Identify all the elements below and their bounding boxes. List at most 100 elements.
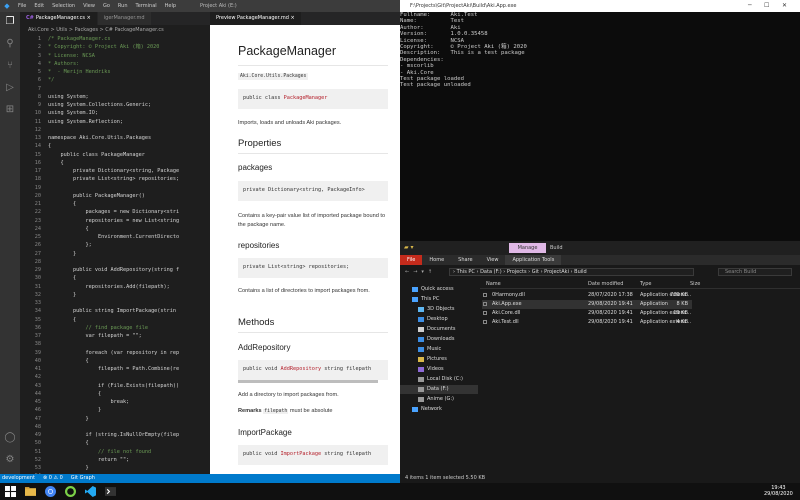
nav-item-this-pc[interactable]: This PC <box>400 295 439 304</box>
menu-go[interactable]: Go <box>99 3 114 9</box>
line-number: 24 <box>34 225 41 232</box>
tab-packagemanager-cs[interactable]: C# PackageManager.cs × <box>20 12 98 25</box>
folder-icon <box>412 287 418 292</box>
nav-item-local-disk-c[interactable]: Local Disk (C:) <box>400 375 463 384</box>
code-line: // find package file <box>48 324 148 331</box>
nav-item-3d-objects[interactable]: 3D Objects <box>400 305 455 314</box>
source-control-icon[interactable]: ⑂ <box>4 60 16 72</box>
nav-item-music[interactable]: Music <box>400 345 441 354</box>
search-icon[interactable]: ⚲ <box>4 38 16 50</box>
nav-item-desktop[interactable]: Desktop <box>400 315 448 324</box>
problems-status[interactable]: ⊗ 0 ⚠ 0 <box>43 474 63 483</box>
code-line: using System.IO; <box>48 110 98 117</box>
line-number: 44 <box>34 390 41 397</box>
ribbon-home[interactable]: Home <box>422 255 451 265</box>
tab-packagemanager-md[interactable]: igerManager.md <box>97 12 152 25</box>
col-size[interactable]: Size <box>690 279 700 289</box>
file-explorer-taskbar-icon[interactable] <box>25 486 36 497</box>
file-row[interactable]: 0Harmony.dll 28/07/2020 17:38 Application … <box>482 291 692 300</box>
code-scrollbar[interactable] <box>238 380 378 383</box>
nav-item-videos[interactable]: Videos <box>400 365 444 374</box>
checkbox[interactable] <box>483 311 487 315</box>
menu-terminal[interactable]: Terminal <box>132 3 161 9</box>
nav-item-documents[interactable]: Documents <box>400 325 456 334</box>
close-icon[interactable]: ✕ <box>782 0 787 12</box>
line-number: 27 <box>34 250 41 257</box>
ribbon-share[interactable]: Share <box>451 255 479 265</box>
checkbox[interactable] <box>483 320 487 324</box>
code-line: using System.Reflection; <box>48 118 123 125</box>
address-row: ←→▾↑ › This PC › Data (F:) › Projects › … <box>400 265 800 279</box>
checkbox[interactable] <box>483 293 487 297</box>
checkbox[interactable] <box>483 302 487 306</box>
col-date[interactable]: Date modified <box>588 279 623 289</box>
branch-status[interactable]: development <box>2 474 35 483</box>
col-name[interactable]: Name <box>486 279 501 289</box>
address-bar[interactable]: › This PC › Data (F:) › Projects › Git ›… <box>449 268 694 276</box>
git-graph-status[interactable]: Git Graph <box>71 474 95 483</box>
line-number: 35 <box>34 316 41 323</box>
line-number: 32 <box>34 291 41 298</box>
code-editor[interactable]: 1 2 3 4 5 6 7 8 9 10 11 12 13 14 15 16 17 18 19 20 21 22 23 24 2… <box>20 35 210 474</box>
code-content[interactable]: /* PackageManager.cs * Copyright: © Proje… <box>48 35 179 474</box>
nav-item-label: Music <box>427 346 442 352</box>
summary-text: Imports, loads and unloads Aki packages. <box>238 120 342 126</box>
code-line: private List<string> repositories; <box>48 176 180 183</box>
nav-item-downloads[interactable]: Downloads <box>400 335 454 344</box>
code-line: repositories.Add(filepath); <box>48 283 170 290</box>
windows-start-icon[interactable] <box>5 486 16 497</box>
app-ring-icon[interactable] <box>65 486 76 497</box>
nav-item-data-f[interactable]: Data (F:) <box>400 385 478 394</box>
close-icon[interactable]: × <box>87 15 91 21</box>
code-line: * Authors: <box>48 60 80 67</box>
explorer-icon[interactable]: ❐ <box>4 16 16 28</box>
menu-file[interactable]: File <box>14 3 30 9</box>
minimize-icon[interactable]: ─ <box>748 0 752 12</box>
file-size: 19 KB <box>673 310 688 316</box>
vscode-titlebar: ◆ File Edit Selection View Go Run Termin… <box>0 0 400 12</box>
line-number: 22 <box>34 209 41 216</box>
search-input[interactable]: Search Build <box>718 268 792 276</box>
ribbon-file[interactable]: File <box>400 255 423 265</box>
maximize-icon[interactable]: ☐ <box>764 0 769 12</box>
menu-run[interactable]: Run <box>114 3 132 9</box>
menu-edit[interactable]: Edit <box>30 3 48 9</box>
nav-item-anime-g[interactable]: Anime (G:) <box>400 395 454 404</box>
addrepository-description: Add a directory to import packages from. <box>238 392 339 398</box>
menu-help[interactable]: Help <box>161 3 180 9</box>
run-debug-icon[interactable]: ▷ <box>4 82 16 94</box>
nav-item-pictures[interactable]: Pictures <box>400 355 447 364</box>
line-number: 10 <box>34 110 41 117</box>
code-line: { <box>48 275 77 282</box>
manage-tab[interactable]: Manage <box>509 243 546 253</box>
code-line: public string ImportPackage(strin <box>48 308 177 315</box>
code-line: * - Merijn Hendriks <box>48 69 111 75</box>
file-row[interactable]: Aki.App.exe 29/08/2020 19:41 Application 8 … <box>482 300 692 309</box>
line-number: 49 <box>34 432 41 438</box>
line-number: 51 <box>34 448 41 455</box>
account-icon[interactable]: ◯ <box>4 432 16 444</box>
nav-item-quick-access[interactable]: Quick access <box>400 285 454 294</box>
settings-gear-icon[interactable]: ⚙ <box>4 454 16 466</box>
nav-arrows-icon[interactable]: ←→▾↑ <box>405 265 436 279</box>
menu-view[interactable]: View <box>79 3 99 9</box>
menu-selection[interactable]: Selection <box>48 3 79 9</box>
nav-item-network[interactable]: Network <box>400 405 442 414</box>
file-row[interactable]: Aki.Core.dll 29/08/2020 19:41 Application … <box>482 309 692 318</box>
tab-preview-packagemanager-md[interactable]: Preview PackageManager.md × <box>210 12 302 25</box>
extensions-icon[interactable]: ⊞ <box>4 104 16 116</box>
ribbon-view[interactable]: View <box>480 255 506 265</box>
doc-title: PackageManager <box>238 44 336 58</box>
breadcrumb[interactable]: Aki.Core > Utils > Packages > C# Package… <box>20 25 210 35</box>
vscode-taskbar-icon[interactable] <box>85 486 96 497</box>
clock[interactable]: 19:43 29/08/2020 <box>764 485 793 497</box>
file-row[interactable]: Aki.Test.dll 29/08/2020 19:41 Application … <box>482 318 692 327</box>
close-icon[interactable]: × <box>290 15 294 21</box>
chrome-icon[interactable] <box>45 486 56 497</box>
col-type[interactable]: Type <box>640 279 651 289</box>
ribbon-application-tools[interactable]: Application Tools <box>505 255 562 265</box>
file-date: 29/08/2020 19:41 <box>588 310 633 316</box>
terminal-taskbar-icon[interactable] <box>105 486 116 497</box>
